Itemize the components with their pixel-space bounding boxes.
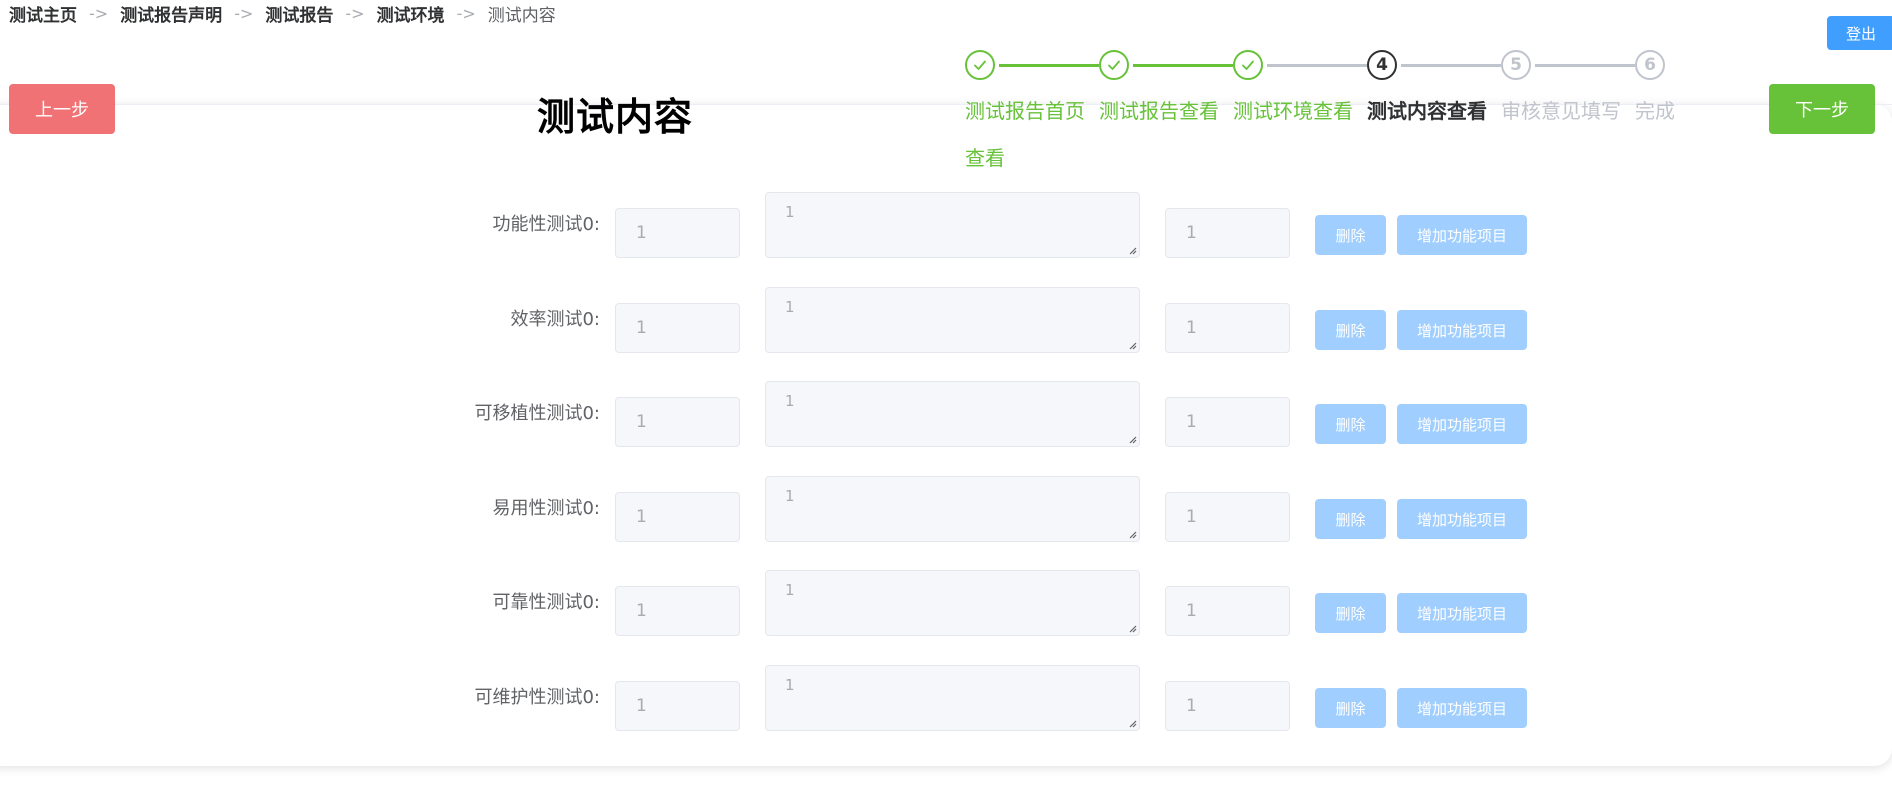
step-title: 测试内容查看 bbox=[1367, 99, 1487, 123]
step-title: 测试环境查看 bbox=[1233, 99, 1353, 123]
result-input[interactable]: 1 bbox=[1165, 303, 1290, 353]
description-textarea[interactable]: 1 bbox=[765, 570, 1140, 636]
previous-step-button[interactable]: 上一步 bbox=[9, 84, 115, 134]
textarea-value: 1 bbox=[785, 581, 795, 599]
breadcrumb-item-home[interactable]: 测试主页 bbox=[9, 1, 77, 26]
score-input[interactable]: 1 bbox=[615, 208, 740, 258]
delete-button[interactable]: 删除 bbox=[1315, 499, 1386, 539]
step-connector bbox=[1267, 64, 1367, 67]
delete-button[interactable]: 删除 bbox=[1315, 310, 1386, 350]
steps-progress: 测试报告首页查看 测试报告查看 测试环境查看 4 测试内容查看 5 审核意见填写… bbox=[965, 50, 1685, 170]
resize-handle-icon[interactable] bbox=[1127, 340, 1137, 350]
description-textarea[interactable]: 1 bbox=[765, 665, 1140, 731]
page-title: 测试内容 bbox=[537, 95, 694, 139]
resize-handle-icon[interactable] bbox=[1127, 623, 1137, 633]
test-row-reliability: 可靠性测试0: 1 1 1 删除 增加功能项目 bbox=[0, 570, 1892, 640]
test-row-usability: 易用性测试0: 1 1 1 删除 增加功能项目 bbox=[0, 476, 1892, 546]
step-title: 完成 bbox=[1635, 99, 1675, 123]
step-number: 5 bbox=[1501, 50, 1531, 80]
step-connector bbox=[1535, 64, 1635, 67]
add-function-item-button[interactable]: 增加功能项目 bbox=[1397, 404, 1527, 444]
row-label: 效率测试0: bbox=[510, 309, 600, 330]
breadcrumb-item-report[interactable]: 测试报告 bbox=[265, 1, 333, 26]
check-icon bbox=[1099, 50, 1129, 80]
resize-handle-icon[interactable] bbox=[1127, 434, 1137, 444]
score-input[interactable]: 1 bbox=[615, 303, 740, 353]
next-step-button[interactable]: 下一步 bbox=[1769, 84, 1875, 134]
score-input[interactable]: 1 bbox=[615, 681, 740, 731]
step-connector bbox=[999, 64, 1099, 67]
description-textarea[interactable]: 1 bbox=[765, 476, 1140, 542]
row-label: 可移植性测试0: bbox=[474, 403, 600, 424]
delete-button[interactable]: 删除 bbox=[1315, 593, 1386, 633]
add-function-item-button[interactable]: 增加功能项目 bbox=[1397, 310, 1527, 350]
breadcrumb-item-environment[interactable]: 测试环境 bbox=[377, 1, 445, 26]
score-input[interactable]: 1 bbox=[615, 586, 740, 636]
test-row-efficiency: 效率测试0: 1 1 1 删除 增加功能项目 bbox=[0, 287, 1892, 357]
result-input[interactable]: 1 bbox=[1165, 681, 1290, 731]
check-icon bbox=[1233, 50, 1263, 80]
step-number: 4 bbox=[1367, 50, 1397, 80]
breadcrumb-separator: -> bbox=[234, 3, 254, 23]
textarea-value: 1 bbox=[785, 203, 795, 221]
breadcrumb: 测试主页 -> 测试报告声明 -> 测试报告 -> 测试环境 -> 测试内容 bbox=[9, 1, 556, 26]
test-row-portability: 可移植性测试0: 1 1 1 删除 增加功能项目 bbox=[0, 381, 1892, 451]
step-number: 6 bbox=[1635, 50, 1665, 80]
resize-handle-icon[interactable] bbox=[1127, 529, 1137, 539]
breadcrumb-item-content: 测试内容 bbox=[487, 5, 556, 26]
add-function-item-button[interactable]: 增加功能项目 bbox=[1397, 593, 1527, 633]
result-input[interactable]: 1 bbox=[1165, 208, 1290, 258]
delete-button[interactable]: 删除 bbox=[1315, 215, 1386, 255]
row-label: 可靠性测试0: bbox=[492, 592, 600, 613]
breadcrumb-item-statement[interactable]: 测试报告声明 bbox=[120, 1, 222, 26]
textarea-value: 1 bbox=[785, 676, 795, 694]
resize-handle-icon[interactable] bbox=[1127, 245, 1137, 255]
test-row-functionality: 功能性测试0: 1 1 1 删除 增加功能项目 bbox=[0, 192, 1892, 262]
check-icon bbox=[965, 50, 995, 80]
add-function-item-button[interactable]: 增加功能项目 bbox=[1397, 499, 1527, 539]
step-connector bbox=[1401, 64, 1501, 67]
row-label: 功能性测试0: bbox=[492, 214, 600, 235]
textarea-value: 1 bbox=[785, 298, 795, 316]
breadcrumb-separator: -> bbox=[89, 3, 109, 23]
logout-button[interactable]: 登出 bbox=[1827, 16, 1892, 50]
step-title: 审核意见填写 bbox=[1501, 99, 1621, 123]
description-textarea[interactable]: 1 bbox=[765, 381, 1140, 447]
row-label: 可维护性测试0: bbox=[474, 687, 600, 708]
step-title: 测试报告查看 bbox=[1099, 99, 1219, 123]
score-input[interactable]: 1 bbox=[615, 397, 740, 447]
breadcrumb-separator: -> bbox=[345, 3, 365, 23]
row-label: 易用性测试0: bbox=[492, 498, 600, 519]
add-function-item-button[interactable]: 增加功能项目 bbox=[1397, 215, 1527, 255]
test-row-maintainability: 可维护性测试0: 1 1 1 删除 增加功能项目 bbox=[0, 665, 1892, 735]
step-title: 测试报告首页查看 bbox=[965, 99, 1085, 170]
result-input[interactable]: 1 bbox=[1165, 492, 1290, 542]
textarea-value: 1 bbox=[785, 487, 795, 505]
description-textarea[interactable]: 1 bbox=[765, 287, 1140, 353]
textarea-value: 1 bbox=[785, 392, 795, 410]
add-function-item-button[interactable]: 增加功能项目 bbox=[1397, 688, 1527, 728]
delete-button[interactable]: 删除 bbox=[1315, 688, 1386, 728]
description-textarea[interactable]: 1 bbox=[765, 192, 1140, 258]
resize-handle-icon[interactable] bbox=[1127, 718, 1137, 728]
result-input[interactable]: 1 bbox=[1165, 397, 1290, 447]
score-input[interactable]: 1 bbox=[615, 492, 740, 542]
delete-button[interactable]: 删除 bbox=[1315, 404, 1386, 444]
result-input[interactable]: 1 bbox=[1165, 586, 1290, 636]
breadcrumb-separator: -> bbox=[456, 3, 476, 23]
step-connector bbox=[1133, 64, 1233, 67]
